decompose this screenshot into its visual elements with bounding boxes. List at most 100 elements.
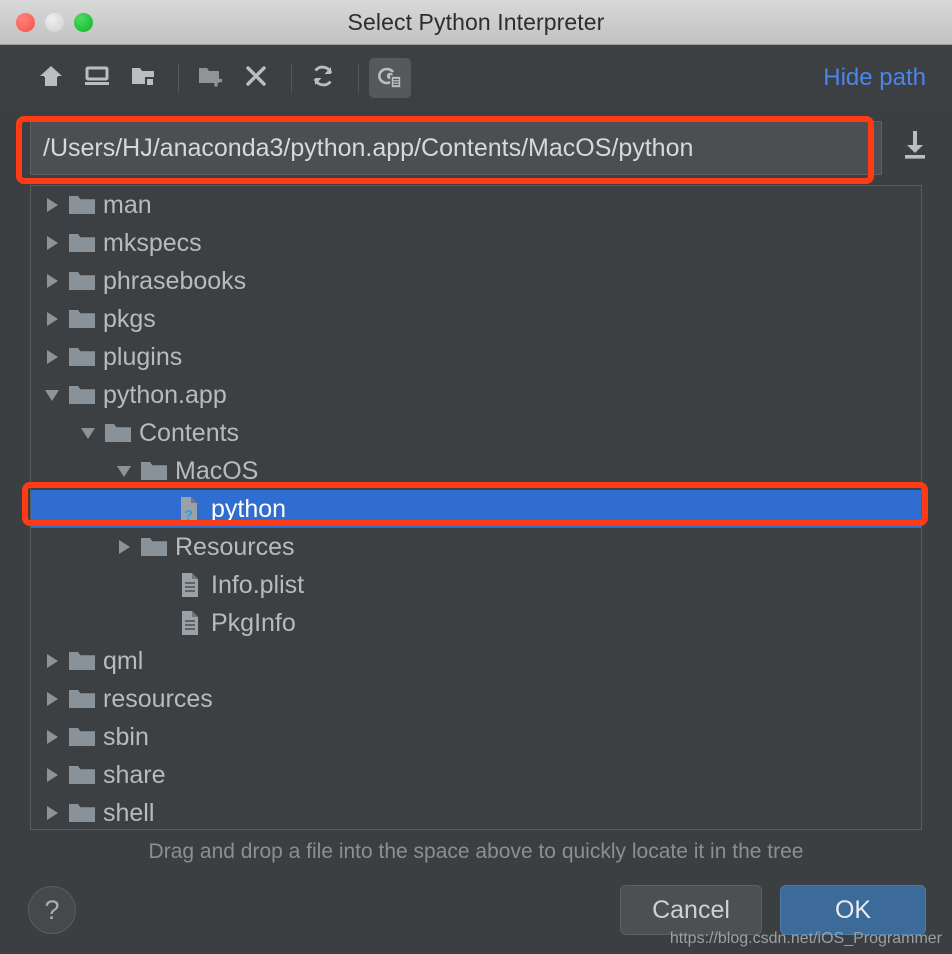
text-file-icon (173, 604, 207, 642)
tree-row-label: Info.plist (211, 570, 305, 599)
delete-button[interactable] (235, 58, 277, 98)
svg-text:?: ? (184, 507, 193, 523)
tree-row-label: pkgs (103, 304, 156, 333)
chevron-down-icon[interactable] (75, 414, 101, 452)
tree-row-label: phrasebooks (103, 266, 247, 295)
tree-row[interactable]: qml (31, 642, 921, 680)
folder-icon (65, 186, 99, 224)
chevron-right-icon[interactable] (39, 262, 65, 300)
chevron-right-icon[interactable] (39, 300, 65, 338)
tree-row[interactable]: resources (31, 680, 921, 718)
new-folder-icon (196, 62, 224, 95)
folder-icon (65, 756, 99, 794)
tree-row-label: MacOS (175, 456, 259, 485)
folder-icon (65, 642, 99, 680)
tree-row-label: Resources (175, 532, 295, 561)
tree-row-label: mkspecs (103, 228, 202, 257)
chevron-right-icon[interactable] (39, 680, 65, 718)
download-icon (900, 129, 930, 168)
text-file-icon (173, 566, 207, 604)
tree-row[interactable]: share (31, 756, 921, 794)
folder-icon (65, 376, 99, 414)
path-input[interactable] (30, 121, 882, 175)
unknown-file-icon: ? (173, 490, 207, 528)
chevron-right-icon[interactable] (39, 224, 65, 262)
folder-icon (65, 300, 99, 338)
chevron-right-icon[interactable] (39, 642, 65, 680)
zoom-button[interactable] (74, 12, 93, 32)
new-folder-button[interactable] (189, 58, 231, 98)
folder-icon (65, 224, 99, 262)
tree-row-label: resources (103, 684, 213, 713)
watermark: https://blog.csdn.net/iOS_Programmer (669, 930, 942, 947)
tree-row[interactable]: sbin (31, 718, 921, 756)
tree-row[interactable]: PkgInfo (31, 604, 921, 642)
tree-row[interactable]: Resources (31, 528, 921, 566)
close-button[interactable] (16, 12, 35, 32)
project-folder-icon (129, 62, 157, 95)
drag-drop-hint: Drag and drop a file into the space abov… (148, 840, 804, 863)
tree-row[interactable]: MacOS (31, 452, 921, 490)
tree-row[interactable]: mkspecs (31, 224, 921, 262)
refresh-icon (309, 62, 337, 95)
chevron-right-icon[interactable] (39, 338, 65, 376)
hide-path-link[interactable]: Hide path (823, 64, 938, 92)
folder-icon (65, 680, 99, 718)
chevron-right-icon[interactable] (111, 528, 137, 566)
tree-row-label: shell (103, 798, 155, 827)
home-icon (37, 62, 65, 95)
tree-row[interactable]: shell (31, 794, 921, 829)
tree-row-label: plugins (103, 342, 183, 371)
folder-icon (65, 262, 99, 300)
toolbar-separator (178, 63, 179, 93)
minimize-button[interactable] (45, 12, 64, 32)
ok-button[interactable]: OK (780, 885, 926, 935)
chevron-right-icon[interactable] (39, 756, 65, 794)
tree-row[interactable]: pkgs (31, 300, 921, 338)
file-tree-panel[interactable]: man mkspecs phrasebooks pkgs plugins python.a… (30, 185, 922, 830)
file-tree: man mkspecs phrasebooks pkgs plugins python.a… (31, 186, 921, 829)
path-row (0, 111, 952, 185)
refresh-button[interactable] (302, 58, 344, 98)
tree-row[interactable]: Contents (31, 414, 921, 452)
tree-row[interactable]: phrasebooks (31, 262, 921, 300)
tree-row[interactable]: python.app (31, 376, 921, 414)
download-button[interactable] (892, 121, 938, 175)
tree-row-label: Contents (139, 418, 240, 447)
home-button[interactable] (30, 58, 72, 98)
toolbar-separator (291, 63, 292, 93)
project-directory-button[interactable] (122, 58, 164, 98)
window-titlebar: Select Python Interpreter (0, 0, 952, 45)
desktop-button[interactable] (76, 58, 118, 98)
delete-icon (242, 62, 270, 95)
path-input-wrapper (30, 121, 882, 175)
help-button[interactable]: ? (28, 886, 76, 934)
select-python-interpreter-dialog: Select Python Interpreter Hide path /Use… (0, 0, 952, 954)
folder-icon (65, 718, 99, 756)
tree-row[interactable]: man (31, 186, 921, 224)
folder-icon (65, 338, 99, 376)
show-hidden-files-button[interactable] (369, 58, 411, 98)
twisty-placeholder (147, 566, 173, 604)
tree-row-label: python.app (103, 380, 227, 409)
folder-icon (101, 414, 135, 452)
desktop-icon (83, 62, 111, 95)
tree-row-label: python (211, 494, 287, 523)
chevron-down-icon[interactable] (39, 376, 65, 414)
tree-row-label: sbin (103, 722, 149, 751)
toolbar: Hide path (0, 45, 952, 111)
tree-row[interactable]: Info.plist (31, 566, 921, 604)
tree-row[interactable]: plugins (31, 338, 921, 376)
chevron-down-icon[interactable] (111, 452, 137, 490)
toolbar-separator (358, 63, 359, 93)
cancel-button[interactable]: Cancel (620, 885, 762, 935)
tree-row-label: man (103, 190, 152, 219)
chevron-right-icon[interactable] (39, 794, 65, 829)
show-hidden-files-icon (376, 62, 404, 95)
tree-row-label: qml (103, 646, 144, 675)
chevron-right-icon[interactable] (39, 718, 65, 756)
folder-icon (137, 452, 171, 490)
tree-row-selected[interactable]: ? python (31, 490, 921, 528)
chevron-right-icon[interactable] (39, 186, 65, 224)
tree-row-label: PkgInfo (211, 608, 296, 637)
